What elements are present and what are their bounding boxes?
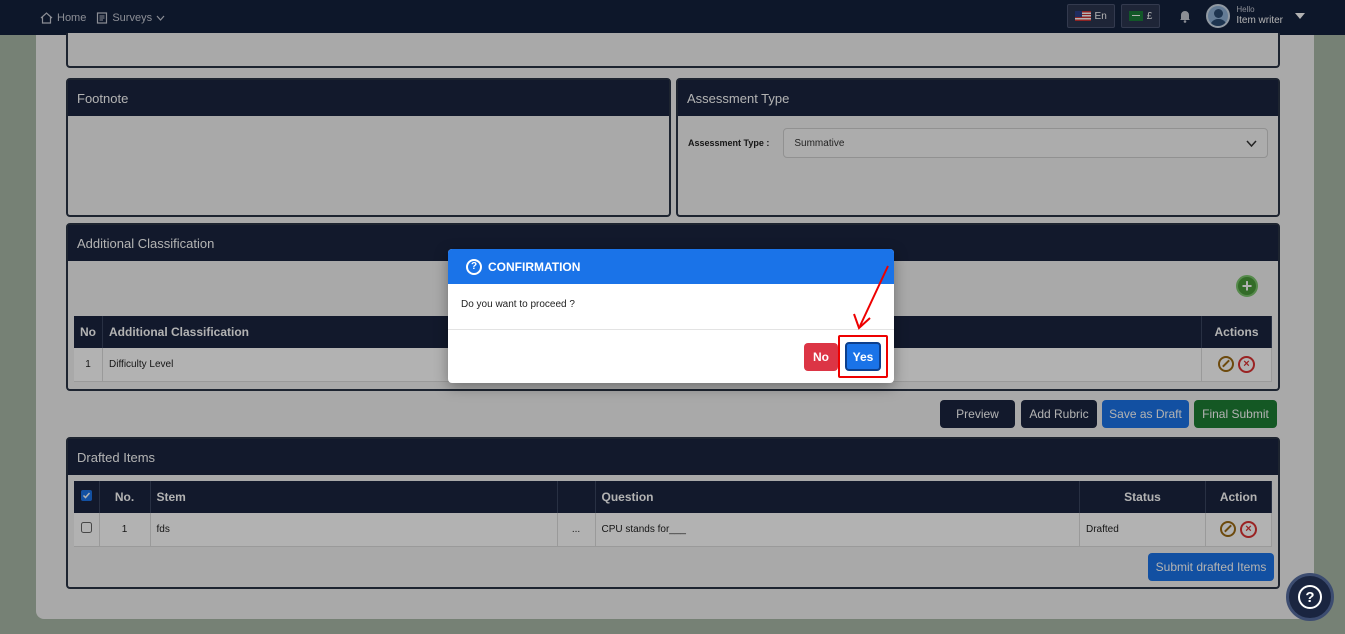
yes-button[interactable]: Yes [845, 342, 881, 371]
annotation-arrow [853, 265, 889, 330]
help-button[interactable]: ? [1286, 573, 1334, 621]
question-icon: ? [466, 258, 482, 275]
dialog-header: ? CONFIRMATION [448, 249, 894, 284]
dialog-title: CONFIRMATION [488, 259, 581, 274]
confirmation-dialog: ? CONFIRMATION Do you want to proceed ? … [448, 249, 894, 383]
no-button[interactable]: No [804, 343, 838, 371]
question-icon: ? [1298, 585, 1322, 609]
dialog-message: Do you want to proceed ? [448, 284, 894, 330]
